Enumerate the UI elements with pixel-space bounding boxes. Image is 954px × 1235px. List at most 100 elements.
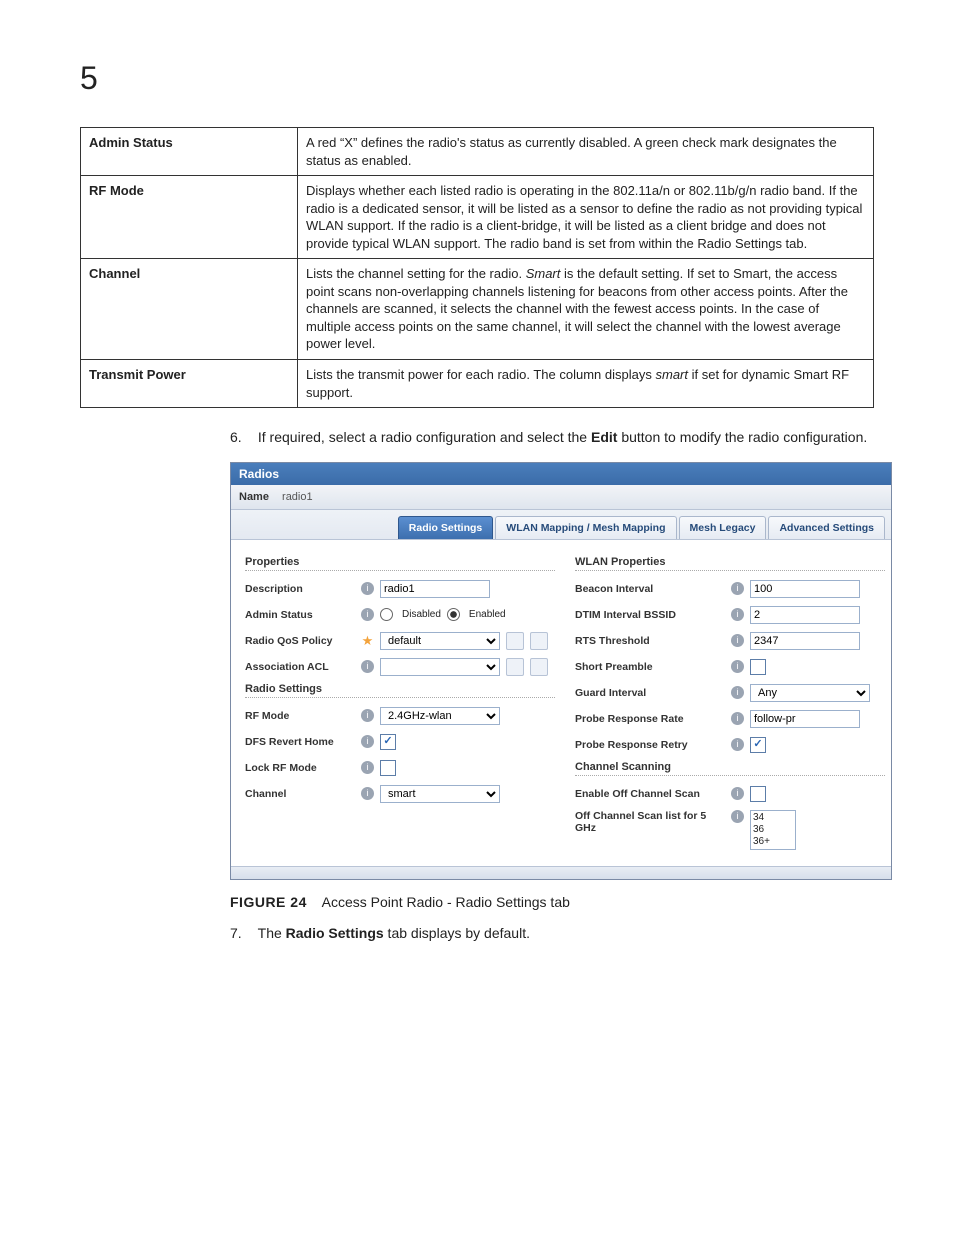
row-dtim: DTIM Interval BSSID i — [575, 605, 885, 625]
info-icon[interactable]: i — [731, 738, 744, 751]
label: Association ACL — [245, 661, 355, 673]
text: Lists the channel setting for the radio. — [306, 266, 526, 281]
settings-icon[interactable] — [530, 658, 548, 676]
group-channel-scanning: Channel Scanning — [575, 761, 885, 776]
scan-list-box[interactable]: 34 36 36+ — [750, 810, 796, 850]
info-icon[interactable]: i — [731, 787, 744, 800]
info-icon[interactable]: i — [731, 810, 744, 823]
panel-footer — [231, 866, 891, 879]
guard-select[interactable]: Any — [750, 684, 870, 702]
info-icon[interactable]: i — [361, 709, 374, 722]
name-value: radio1 — [282, 491, 313, 503]
row-val: Displays whether each listed radio is op… — [298, 176, 874, 259]
table-row: Transmit Power Lists the transmit power … — [81, 360, 874, 408]
row-qos-policy: Radio QoS Policy ★ default — [245, 631, 555, 651]
text: tab displays by default. — [384, 925, 530, 941]
settings-icon[interactable] — [530, 632, 548, 650]
required-star-icon: ★ — [361, 633, 374, 649]
acl-select[interactable] — [380, 658, 500, 676]
enable-scan-checkbox[interactable] — [750, 786, 766, 802]
row-scan-list: Off Channel Scan list for 5 GHz i 34 36 … — [575, 810, 885, 850]
qos-select[interactable]: default — [380, 632, 500, 650]
label: Description — [245, 583, 355, 595]
description-input[interactable] — [380, 580, 490, 598]
probe-retry-checkbox[interactable] — [750, 737, 766, 753]
row-key: RF Mode — [81, 176, 298, 259]
row-key: Transmit Power — [81, 360, 298, 408]
short-preamble-checkbox[interactable] — [750, 659, 766, 675]
info-icon[interactable]: i — [731, 582, 744, 595]
add-icon[interactable] — [506, 632, 524, 650]
row-val: Lists the transmit power for each radio.… — [298, 360, 874, 408]
info-icon[interactable]: i — [361, 660, 374, 673]
row-channel: Channel i smart — [245, 784, 555, 804]
right-column: WLAN Properties Beacon Interval i DTIM I… — [575, 550, 885, 856]
radio-settings-screenshot: Radios Name radio1 Radio Settings WLAN M… — [230, 462, 892, 880]
info-icon[interactable]: i — [731, 686, 744, 699]
label: RF Mode — [245, 710, 355, 722]
row-description: Description i — [245, 579, 555, 599]
dtim-input[interactable] — [750, 606, 860, 624]
table-row: Admin Status A red “X” defines the radio… — [81, 128, 874, 176]
text: The — [258, 925, 286, 941]
text: Lists the transmit power for each radio.… — [306, 367, 655, 382]
label: Enable Off Channel Scan — [575, 788, 725, 800]
info-icon[interactable]: i — [361, 787, 374, 800]
list-item[interactable]: 36+ — [753, 836, 793, 848]
info-icon[interactable]: i — [361, 582, 374, 595]
row-probe-rate: Probe Response Rate i — [575, 709, 885, 729]
radio-label: Enabled — [469, 609, 506, 620]
label: Short Preamble — [575, 661, 725, 673]
text-bold: Edit — [591, 429, 617, 445]
rts-input[interactable] — [750, 632, 860, 650]
label: Lock RF Mode — [245, 762, 355, 774]
group-radio-settings: Radio Settings — [245, 683, 555, 698]
table-row: RF Mode Displays whether each listed rad… — [81, 176, 874, 259]
text: button to modify the radio configuration… — [617, 429, 867, 445]
add-icon[interactable] — [506, 658, 524, 676]
label: Channel — [245, 788, 355, 800]
label: DTIM Interval BSSID — [575, 609, 725, 621]
label: Probe Response Rate — [575, 713, 725, 725]
radio-disabled[interactable] — [380, 608, 393, 621]
radio-enabled[interactable] — [447, 608, 460, 621]
info-icon[interactable]: i — [731, 608, 744, 621]
list-item[interactable]: 34 — [753, 812, 793, 824]
name-label: Name — [239, 491, 269, 503]
tab-wlan-mapping[interactable]: WLAN Mapping / Mesh Mapping — [495, 516, 676, 539]
info-icon[interactable]: i — [731, 712, 744, 725]
row-short-preamble: Short Preamble i — [575, 657, 885, 677]
lock-rf-checkbox[interactable] — [380, 760, 396, 776]
figure-caption: FIGURE 24 Access Point Radio - Radio Set… — [230, 894, 874, 910]
probe-rate-input[interactable] — [750, 710, 860, 728]
tab-radio-settings[interactable]: Radio Settings — [398, 516, 494, 539]
row-key: Channel — [81, 259, 298, 360]
label: Admin Status — [245, 609, 355, 621]
row-val: A red “X” defines the radio's status as … — [298, 128, 874, 176]
panel-title: Radios — [231, 463, 891, 485]
rf-mode-select[interactable]: 2.4GHz-wlan — [380, 707, 500, 725]
tab-advanced-settings[interactable]: Advanced Settings — [768, 516, 885, 539]
label: Beacon Interval — [575, 583, 725, 595]
row-probe-retry: Probe Response Retry i — [575, 735, 885, 755]
row-key: Admin Status — [81, 128, 298, 176]
info-icon[interactable]: i — [361, 761, 374, 774]
info-icon[interactable]: i — [731, 634, 744, 647]
dfs-checkbox[interactable] — [380, 734, 396, 750]
info-icon[interactable]: i — [361, 608, 374, 621]
tab-strip: Radio Settings WLAN Mapping / Mesh Mappi… — [231, 510, 891, 540]
figure-title: Access Point Radio - Radio Settings tab — [322, 894, 570, 910]
info-icon[interactable]: i — [731, 660, 744, 673]
step-number: 6. — [230, 428, 254, 448]
list-item[interactable]: 36 — [753, 824, 793, 836]
label: Off Channel Scan list for 5 GHz — [575, 810, 725, 834]
channel-select[interactable]: smart — [380, 785, 500, 803]
name-bar: Name radio1 — [231, 485, 891, 510]
beacon-input[interactable] — [750, 580, 860, 598]
tab-mesh-legacy[interactable]: Mesh Legacy — [679, 516, 767, 539]
field-description-table: Admin Status A red “X” defines the radio… — [80, 127, 874, 408]
page-number: 5 — [80, 60, 874, 97]
text: If required, select a radio configuratio… — [258, 429, 591, 445]
step-6: 6. If required, select a radio configura… — [230, 428, 874, 448]
info-icon[interactable]: i — [361, 735, 374, 748]
